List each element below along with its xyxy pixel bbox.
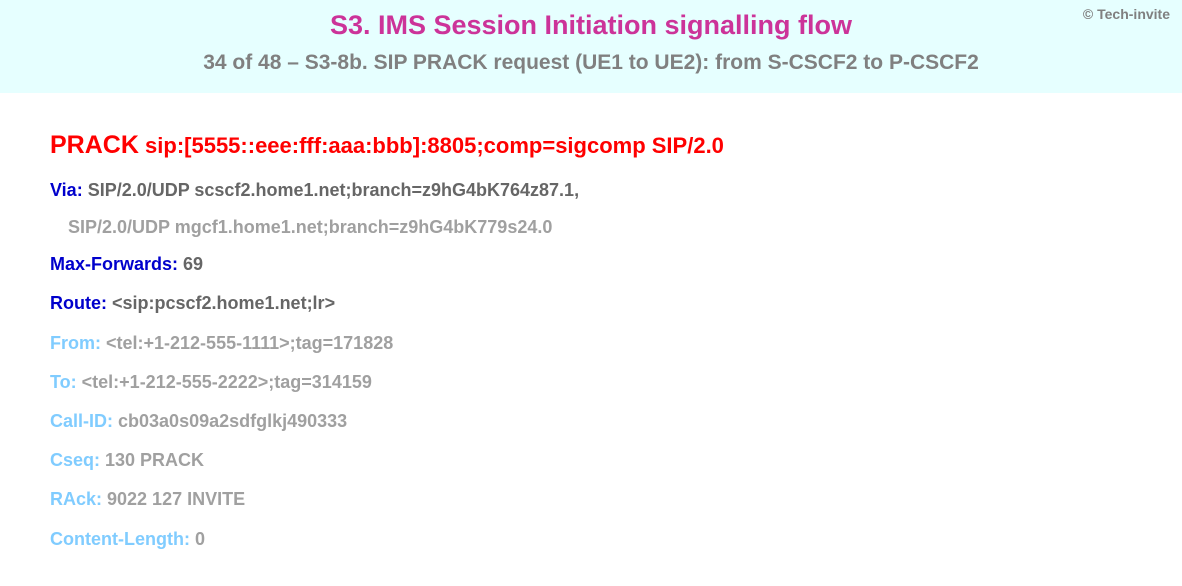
sip-header-row: Via: SIP/2.0/UDP scscf2.home1.net;branch… bbox=[50, 178, 1132, 203]
copyright-label: © Tech-invite bbox=[1083, 6, 1170, 22]
sip-header-value: <sip:pcscf2.home1.net;lr> bbox=[112, 293, 335, 313]
sip-header-key: Content-Length: bbox=[50, 529, 195, 549]
sip-header-value: 0 bbox=[195, 529, 205, 549]
sip-header-value: cb03a0s09a2sdfglkj490333 bbox=[118, 411, 347, 431]
sip-header-continuation: SIP/2.0/UDP mgcf1.home1.net;branch=z9hG4… bbox=[68, 217, 1132, 238]
sip-header-row: From: <tel:+1-212-555-1111>;tag=171828 bbox=[50, 331, 1132, 356]
sip-header-key: From: bbox=[50, 333, 106, 353]
sip-header-row: Content-Length: 0 bbox=[50, 527, 1132, 552]
sip-header-row: To: <tel:+1-212-555-2222>;tag=314159 bbox=[50, 370, 1132, 395]
page-title: S3. IMS Session Initiation signalling fl… bbox=[20, 10, 1162, 41]
sip-header-key: Max-Forwards: bbox=[50, 254, 183, 274]
sip-header-key: Route: bbox=[50, 293, 112, 313]
sip-header-key: RAck: bbox=[50, 489, 107, 509]
sip-method: PRACK bbox=[50, 131, 139, 159]
sip-header-value: 130 PRACK bbox=[105, 450, 204, 470]
sip-header-key: To: bbox=[50, 372, 82, 392]
sip-header-key: Via: bbox=[50, 180, 88, 200]
page-subtitle: 34 of 48 – S3-8b. SIP PRACK request (UE1… bbox=[20, 51, 1162, 75]
sip-headers-list: Via: SIP/2.0/UDP scscf2.home1.net;branch… bbox=[50, 178, 1132, 552]
sip-header-row: Route: <sip:pcscf2.home1.net;lr> bbox=[50, 291, 1132, 316]
sip-header-value: SIP/2.0/UDP scscf2.home1.net;branch=z9hG… bbox=[88, 180, 579, 200]
sip-message-block: PRACK sip:[5555::eee:fff:aaa:bbb]:8805;c… bbox=[0, 93, 1182, 586]
sip-header-key: Call-ID: bbox=[50, 411, 118, 431]
sip-header-row: Cseq: 130 PRACK bbox=[50, 448, 1132, 473]
sip-header-value: 69 bbox=[183, 254, 203, 274]
header-banner: © Tech-invite S3. IMS Session Initiation… bbox=[0, 0, 1182, 93]
sip-header-row: Call-ID: cb03a0s09a2sdfglkj490333 bbox=[50, 409, 1132, 434]
sip-header-key: Cseq: bbox=[50, 450, 105, 470]
sip-request-uri: sip:[5555::eee:fff:aaa:bbb]:8805;comp=si… bbox=[145, 133, 724, 158]
sip-request-line: PRACK sip:[5555::eee:fff:aaa:bbb]:8805;c… bbox=[50, 131, 1132, 160]
sip-header-row: Max-Forwards: 69 bbox=[50, 252, 1132, 277]
sip-header-value: 9022 127 INVITE bbox=[107, 489, 245, 509]
sip-header-row: RAck: 9022 127 INVITE bbox=[50, 487, 1132, 512]
sip-header-value: <tel:+1-212-555-2222>;tag=314159 bbox=[82, 372, 372, 392]
sip-header-value: <tel:+1-212-555-1111>;tag=171828 bbox=[106, 333, 393, 353]
